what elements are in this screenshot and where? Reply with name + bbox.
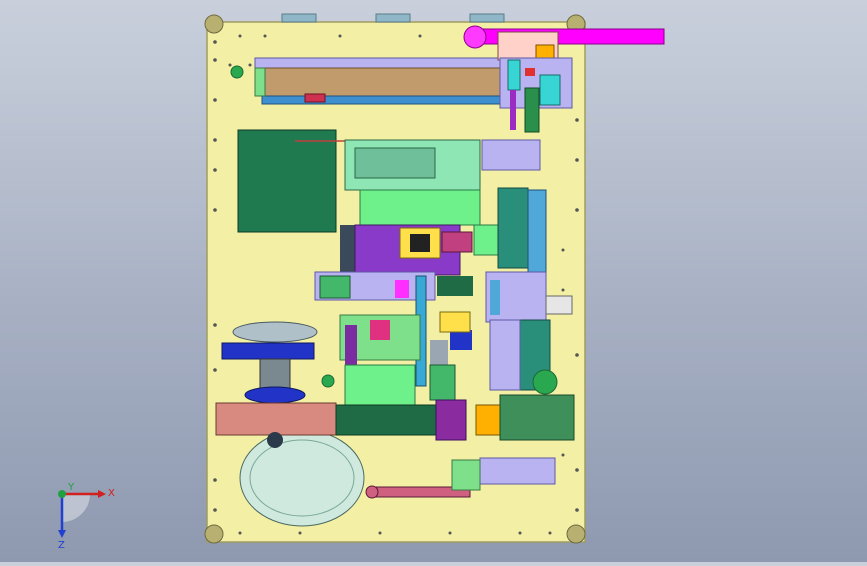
z-axis-label: Z (58, 540, 65, 551)
y-axis-dot (58, 490, 66, 498)
top-handle-2 (375, 13, 411, 23)
foot-top-left (204, 14, 224, 34)
dark-green-belt[interactable] (335, 404, 437, 436)
middle-station-inner (354, 147, 436, 179)
belt-roller (267, 432, 283, 448)
rotary-plate-top[interactable] (232, 321, 318, 343)
lower-cluster-2 (429, 364, 456, 401)
top-handle-3 (469, 13, 505, 23)
z-axis-arrow (58, 530, 66, 538)
salmon-belt[interactable] (215, 402, 337, 436)
top-rail-back[interactable] (254, 57, 501, 69)
right-frame-handle (490, 280, 500, 315)
gripper-cyan-2 (539, 74, 561, 106)
magenta-arm-pivot (463, 25, 487, 49)
right-column-lavender[interactable] (489, 319, 521, 391)
x-axis-arrow (98, 490, 106, 498)
green-marker-2 (321, 374, 335, 388)
top-rail-base[interactable] (261, 95, 503, 105)
mid-rail-magenta (395, 280, 409, 298)
rotary-pulley[interactable] (244, 386, 306, 404)
cylinder-body[interactable] (479, 457, 556, 485)
green-marker-1 (230, 65, 244, 79)
central-red (370, 320, 390, 340)
orientation-triad[interactable]: X Y Z (50, 482, 120, 552)
mid-rail-plate (319, 275, 351, 299)
cad-viewport[interactable]: X Y Z (0, 0, 867, 562)
gripper-finger-1 (510, 90, 516, 130)
top-rail-slider[interactable] (261, 67, 503, 97)
station-green-bar[interactable] (359, 189, 481, 226)
top-handle-1 (281, 13, 317, 23)
magenta-pad (441, 231, 473, 253)
lower-cluster[interactable] (344, 364, 416, 406)
cylinder-end (365, 485, 379, 499)
assembly-drawing[interactable] (0, 0, 867, 562)
lavender-box[interactable] (481, 139, 541, 171)
vertical-column-right[interactable] (497, 187, 529, 269)
orange-gear[interactable] (475, 404, 501, 436)
green-roller[interactable] (532, 369, 558, 395)
x-axis-label: X (108, 488, 115, 499)
y-axis-label: Y (67, 482, 75, 493)
foot-bottom-right (566, 524, 586, 544)
central-blue (450, 330, 472, 350)
gripper-finger-2 (524, 87, 540, 133)
cylinder-mount (451, 459, 481, 491)
green-block[interactable] (237, 129, 337, 233)
gripper-cyan-1 (507, 59, 521, 91)
gripper-red (525, 68, 535, 76)
right-frame-bracket[interactable] (545, 295, 573, 315)
foot-bottom-left (204, 524, 224, 544)
rotary-column (259, 358, 291, 390)
purple-drive[interactable] (435, 399, 467, 441)
central-yellow (439, 311, 471, 333)
turntable-disc[interactable] (239, 429, 365, 527)
drive-housing[interactable] (499, 394, 575, 441)
chuck-window (410, 234, 430, 252)
rotary-crossbar[interactable] (221, 342, 315, 360)
triad-plane (62, 494, 90, 522)
mid-rail-side (437, 276, 473, 296)
top-rail-stop (304, 93, 326, 103)
top-rail-endcap (254, 67, 266, 97)
